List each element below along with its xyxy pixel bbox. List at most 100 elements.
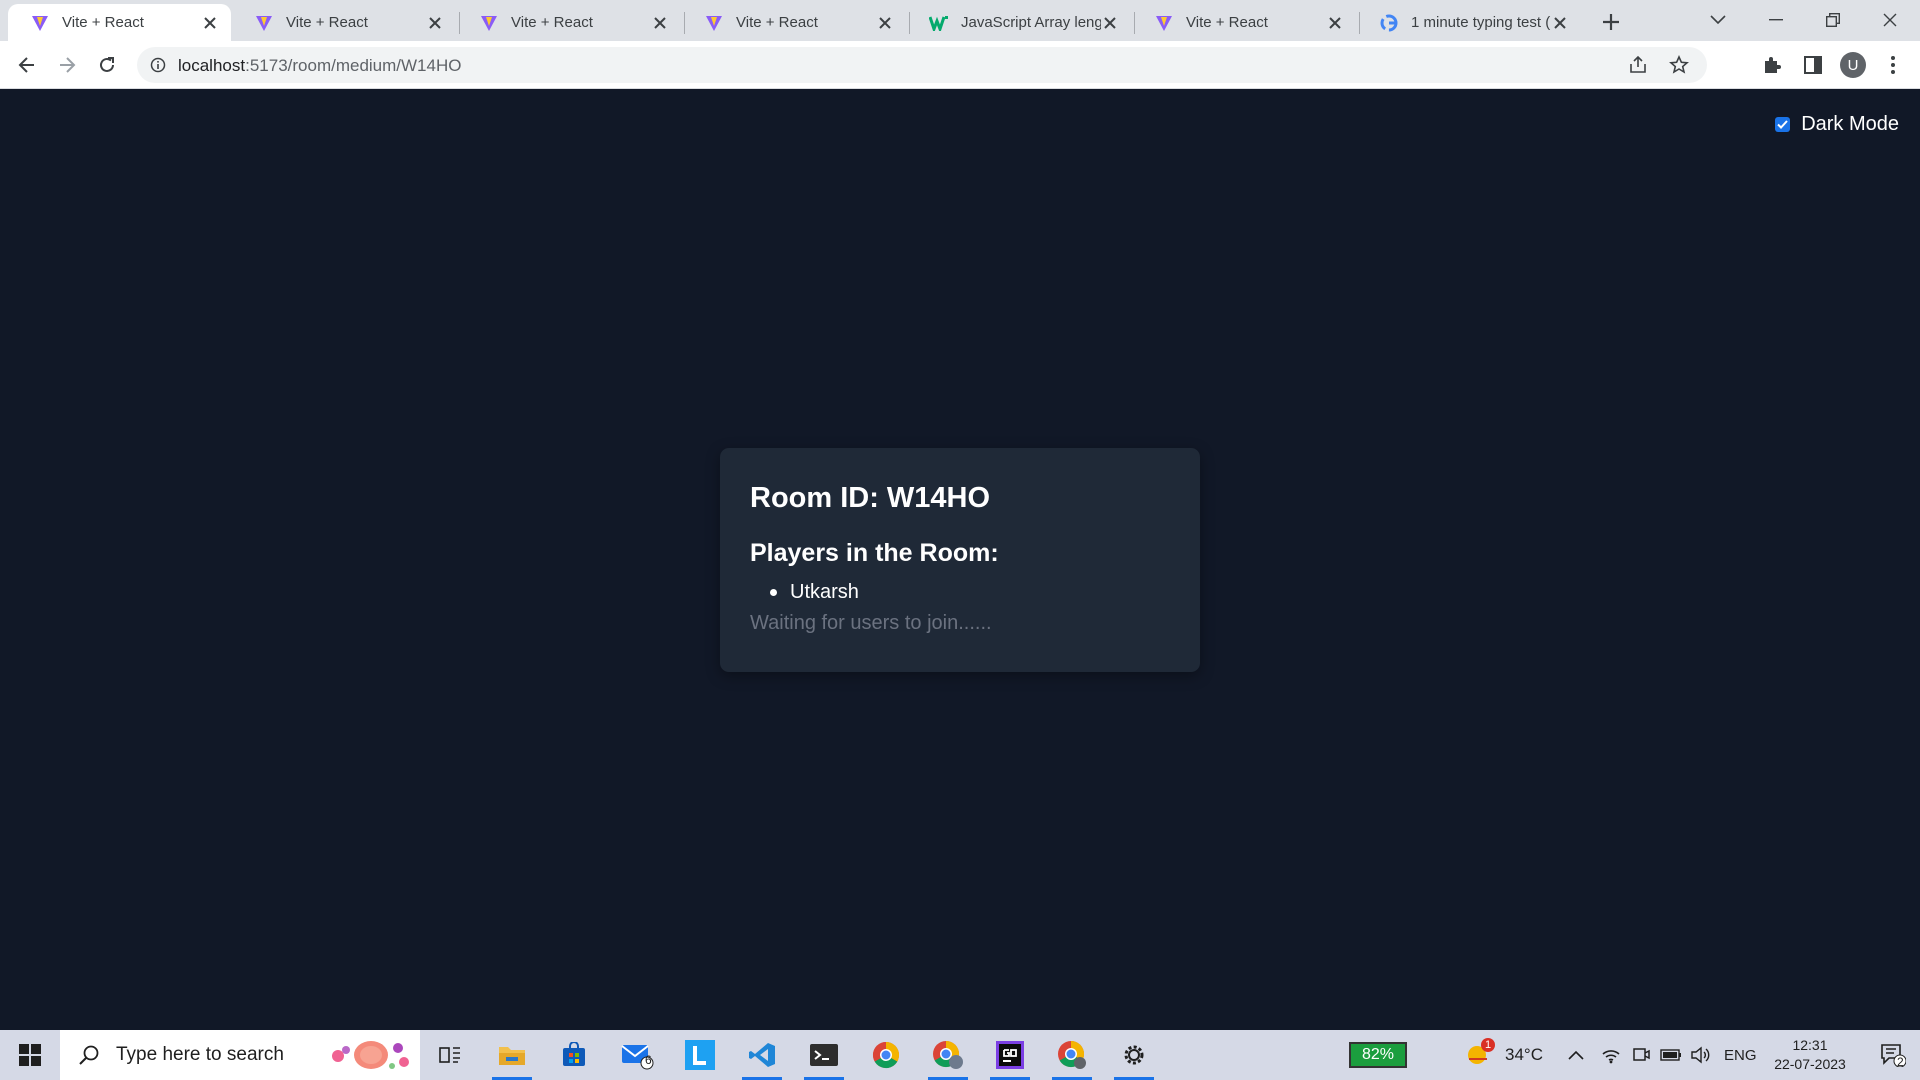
reload-button[interactable]	[91, 49, 123, 81]
weather-widget[interactable]: 1 34°C	[1465, 1030, 1543, 1080]
browser-tab[interactable]: JavaScript Array lengt	[907, 4, 1131, 41]
vite-icon	[479, 13, 499, 33]
chrome-app-2[interactable]	[1046, 1030, 1098, 1080]
forward-button[interactable]	[51, 49, 83, 81]
chrome-profile-icon	[933, 1040, 963, 1069]
weather-alert-badge: 1	[1481, 1038, 1495, 1052]
browser-tab[interactable]: Vite + React	[232, 4, 456, 41]
room-id-heading: Room ID: W14HO	[750, 482, 991, 514]
dark-mode-checkbox[interactable]	[1775, 117, 1791, 132]
clock-date: 22-07-2023	[1774, 1056, 1846, 1072]
taskbar-search[interactable]: Type here to search	[60, 1030, 420, 1080]
browser-toolbar: localhost:5173/room/medium/W14HO U	[0, 41, 1920, 89]
restore-icon	[1826, 13, 1840, 27]
vscode-icon	[749, 1043, 775, 1067]
bullet-icon	[770, 588, 777, 596]
l-app-icon	[685, 1040, 715, 1070]
profile-button[interactable]: U	[1837, 49, 1869, 81]
network-button[interactable]	[1601, 1030, 1621, 1080]
start-button[interactable]	[0, 1030, 60, 1080]
minimize-button[interactable]	[1748, 0, 1804, 40]
close-tab-icon[interactable]	[1326, 14, 1344, 32]
room-card: Room ID: W14HO Players in the Room: Utka…	[720, 448, 1200, 672]
plus-icon	[1603, 14, 1619, 30]
settings-app[interactable]	[1108, 1030, 1160, 1080]
chrome-profile-app[interactable]	[922, 1030, 974, 1080]
language-text: ENG	[1724, 1046, 1757, 1064]
arrow-right-icon	[60, 57, 76, 73]
language-indicator[interactable]: ENG	[1724, 1030, 1757, 1080]
windows-logo-icon	[19, 1044, 41, 1066]
store-icon	[563, 1042, 585, 1066]
browser-tab-strip: Vite + React Vite + React Vite + React V…	[0, 0, 1920, 41]
battery-button[interactable]	[1660, 1030, 1682, 1080]
close-tab-icon[interactable]	[201, 14, 219, 32]
search-icon	[76, 1042, 102, 1068]
battery-widget[interactable]: 82%	[1349, 1042, 1407, 1068]
file-explorer-app[interactable]	[486, 1030, 538, 1080]
mail-app[interactable]: 6	[612, 1030, 664, 1080]
meet-now-button[interactable]	[1632, 1030, 1650, 1080]
reload-icon	[100, 57, 114, 72]
browser-tab[interactable]: Vite + React	[8, 4, 231, 41]
close-tab-icon[interactable]	[876, 14, 894, 32]
close-window-button[interactable]	[1862, 0, 1918, 40]
browser-tab[interactable]: Vite + React	[457, 4, 681, 41]
task-view-icon	[439, 1047, 460, 1063]
tab-title: Vite + React	[62, 14, 144, 31]
close-tab-icon[interactable]	[1551, 14, 1569, 32]
extensions-button[interactable]	[1756, 49, 1788, 81]
show-hidden-icons-button[interactable]	[1568, 1030, 1584, 1080]
chevron-down-icon	[1710, 15, 1726, 25]
tab-title: Vite + React	[1186, 14, 1268, 31]
search-highlight-illustration-icon	[332, 1041, 409, 1069]
share-icon[interactable]	[1626, 53, 1650, 77]
tab-search-button[interactable]	[1690, 0, 1746, 40]
lconnect-app[interactable]	[674, 1030, 726, 1080]
speaker-icon	[1691, 1046, 1710, 1064]
goland-app[interactable]	[984, 1030, 1036, 1080]
chrome-icon	[1058, 1040, 1086, 1069]
browser-menu-button[interactable]	[1877, 49, 1909, 81]
browser-tab[interactable]: 1 minute typing test (	[1357, 4, 1581, 41]
close-tab-icon[interactable]	[426, 14, 444, 32]
address-bar[interactable]: localhost:5173/room/medium/W14HO	[137, 47, 1707, 83]
vite-icon	[30, 13, 50, 33]
chrome-icon	[872, 1041, 900, 1069]
action-center-button[interactable]: 2	[1866, 1030, 1920, 1080]
tab-title: Vite + React	[736, 14, 818, 31]
arrow-left-icon	[18, 57, 34, 73]
bookmark-star-icon[interactable]	[1667, 53, 1691, 77]
player-item: Utkarsh	[770, 579, 1170, 605]
search-placeholder: Type here to search	[116, 1044, 284, 1065]
new-tab-button[interactable]	[1597, 8, 1625, 36]
weather-icon: 1	[1465, 1038, 1495, 1069]
browser-tab[interactable]: Vite + React	[1132, 4, 1356, 41]
google-icon	[1379, 13, 1399, 33]
chevron-up-icon	[1568, 1050, 1584, 1060]
dark-mode-toggle[interactable]: Dark Mode	[1775, 113, 1899, 136]
side-panel-button[interactable]	[1797, 49, 1829, 81]
volume-button[interactable]	[1690, 1030, 1712, 1080]
back-button[interactable]	[11, 49, 43, 81]
vscode-app[interactable]	[736, 1030, 788, 1080]
url-host: localhost	[178, 56, 246, 75]
player-name: Utkarsh	[790, 581, 859, 603]
checkmark-icon	[1777, 120, 1788, 129]
url-text[interactable]: localhost:5173/room/medium/W14HO	[178, 56, 461, 76]
close-tab-icon[interactable]	[1101, 14, 1119, 32]
site-info-icon[interactable]	[149, 56, 167, 74]
battery-percent: 82%	[1361, 1046, 1395, 1063]
system-clock[interactable]: 12:31 22-07-2023	[1760, 1036, 1860, 1074]
terminal-app[interactable]	[798, 1030, 850, 1080]
url-path: :5173/room/medium/W14HO	[245, 56, 462, 75]
browser-tab[interactable]: Vite + React	[682, 4, 906, 41]
goland-icon	[996, 1041, 1024, 1069]
close-tab-icon[interactable]	[651, 14, 669, 32]
w3schools-icon	[929, 13, 949, 33]
microsoft-store-app[interactable]	[548, 1030, 600, 1080]
battery-icon	[1660, 1049, 1681, 1061]
chrome-app[interactable]	[860, 1030, 912, 1080]
restore-button[interactable]	[1805, 0, 1861, 40]
task-view-button[interactable]	[424, 1030, 476, 1080]
